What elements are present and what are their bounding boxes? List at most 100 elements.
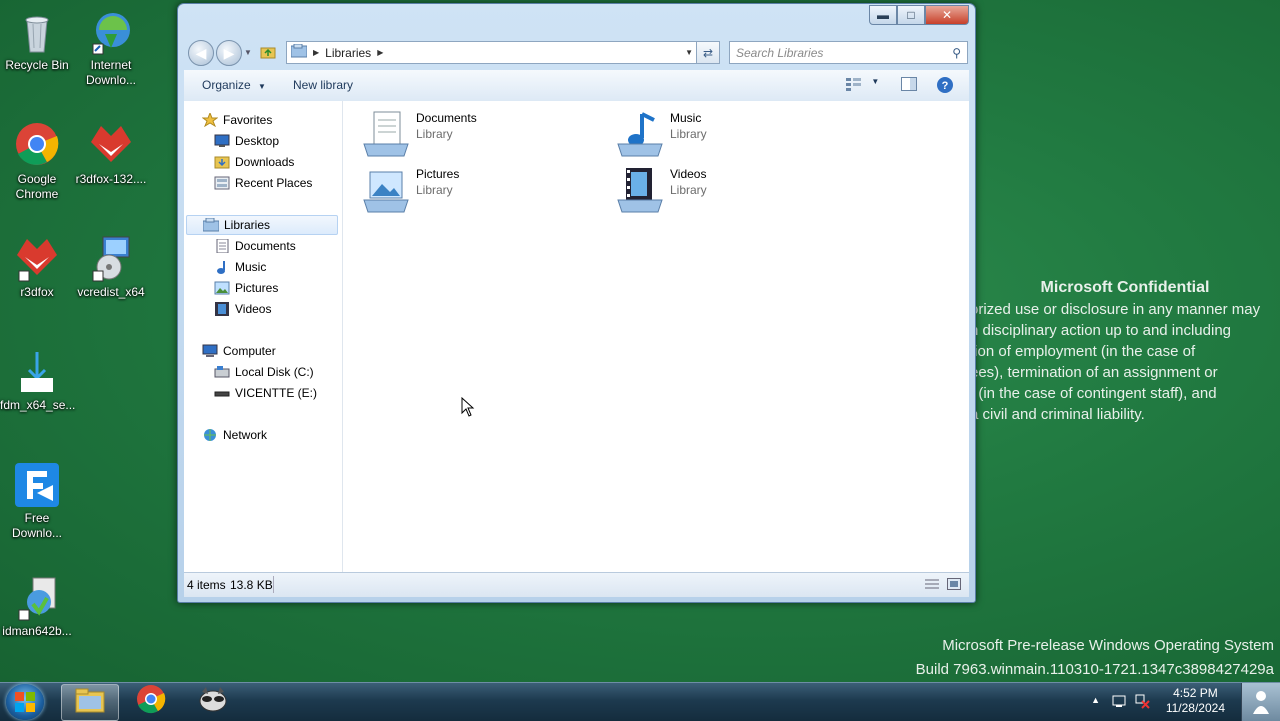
view-dropdown-icon[interactable]: ▼ <box>871 77 879 86</box>
clock-date: 11/28/2024 <box>1165 701 1225 715</box>
help-icon: ? <box>936 77 954 97</box>
details-view-icon[interactable] <box>925 578 939 593</box>
nav-computer[interactable]: Computer <box>202 341 276 361</box>
library-videos[interactable]: Videos Library <box>616 166 707 214</box>
network-disconnected-icon[interactable] <box>1134 693 1150 712</box>
organize-label: Organize <box>202 78 251 92</box>
maximize-button[interactable]: □ <box>897 5 925 25</box>
nav-network[interactable]: Network <box>202 425 267 445</box>
download-icon <box>13 348 61 396</box>
taskbar-explorer-button[interactable] <box>61 684 119 721</box>
nav-desktop[interactable]: Desktop <box>214 131 279 151</box>
search-icon[interactable]: ⚲ <box>952 46 961 60</box>
desktop-icon-label: Free Downlo... <box>11 511 63 540</box>
taskbar-raccoon-app-button[interactable] <box>185 684 241 719</box>
r3dfox-icon <box>87 122 135 170</box>
change-view-button[interactable]: ▼ <box>846 77 879 94</box>
recycle-bin-icon <box>13 8 61 56</box>
desktop-icon <box>214 134 230 148</box>
music-library-icon <box>616 110 664 158</box>
navigation-bar: ◀ ▶ ▼ ▶ Libraries ▶ ▼ ⇄ Search Libraries… <box>186 38 968 66</box>
recent-places-icon <box>214 176 230 190</box>
organize-button[interactable]: Organize ▼ <box>202 78 266 92</box>
action-center-icon[interactable] <box>1112 693 1128 712</box>
recent-pages-chevron-icon[interactable]: ▼ <box>244 48 252 57</box>
help-button[interactable]: ? <box>936 76 954 97</box>
desktop-icon-vcredist[interactable]: vcredist_x64 <box>74 235 148 300</box>
back-button[interactable]: ◀ <box>188 40 214 66</box>
close-button[interactable]: ✕ <box>925 5 969 25</box>
desktop-icon-r3dfox[interactable]: r3dfox <box>0 235 74 300</box>
forward-button[interactable]: ▶ <box>216 40 242 66</box>
nav-label: Computer <box>223 344 276 358</box>
libraries-folder-icon <box>290 43 308 61</box>
nav-removable-drive[interactable]: VICENTTE (E:) <box>214 383 317 403</box>
taskbar-chrome-button[interactable] <box>123 684 179 719</box>
up-folder-icon[interactable] <box>260 44 276 65</box>
new-library-label: New library <box>293 78 354 92</box>
forward-arrow-icon: ▶ <box>223 44 235 61</box>
nav-libraries[interactable]: Libraries <box>186 215 338 235</box>
desktop-icon-r3dfox-installer[interactable]: r3dfox-132.... <box>74 122 148 187</box>
address-bar[interactable]: ▶ Libraries ▶ ▼ <box>286 41 718 64</box>
r3dfox-icon <box>13 235 61 283</box>
navigation-pane: Favorites Desktop Downloads Recent Place… <box>184 101 343 572</box>
breadcrumb-libraries[interactable]: Libraries <box>325 46 371 60</box>
desktop-icon-recycle-bin[interactable]: Recycle Bin <box>0 8 74 73</box>
library-name: Music <box>670 111 702 125</box>
user-silhouette-icon <box>1252 690 1270 717</box>
desktop-icon-internet-download-manager[interactable]: Internet Downlo... <box>74 8 148 88</box>
clock[interactable]: 4:52 PM 11/28/2024 <box>1166 686 1225 716</box>
raccoon-icon <box>198 686 228 717</box>
library-documents[interactable]: Documents Library <box>362 110 477 158</box>
windows-logo-icon <box>15 692 35 717</box>
back-arrow-icon: ◀ <box>195 44 207 61</box>
caption-buttons: ▬ □ ✕ <box>869 5 969 25</box>
view-options-icon <box>846 78 865 94</box>
nav-label: VICENTTE (E:) <box>235 386 318 400</box>
desktop-icon-free-download-manager[interactable]: Free Downlo... <box>0 461 74 541</box>
breadcrumb-arrow-icon[interactable]: ▶ <box>313 48 319 57</box>
nav-music[interactable]: Music <box>214 257 266 277</box>
start-button[interactable] <box>6 684 44 720</box>
search-box[interactable]: Search Libraries ⚲ <box>729 41 968 64</box>
nav-videos[interactable]: Videos <box>214 299 271 319</box>
internet-download-manager-icon <box>87 8 135 56</box>
nav-label: Network <box>223 428 268 442</box>
chrome-icon <box>136 684 166 719</box>
show-hidden-icons-chevron-icon[interactable]: ▲ <box>1091 695 1100 705</box>
library-name: Documents <box>416 111 477 125</box>
refresh-button[interactable]: ⇄ <box>696 41 720 64</box>
desktop: Recycle Bin Internet Downlo... Google Ch… <box>0 0 1280 682</box>
watermark-line: orized use or disclosure in any manner m… <box>970 301 1261 318</box>
status-divider <box>273 576 274 593</box>
nav-local-disk[interactable]: Local Disk (C:) <box>214 362 314 382</box>
nav-label: Downloads <box>235 155 295 169</box>
desktop-icon-fdm-setup[interactable]: fdm_x64_se... <box>0 348 75 413</box>
address-dropdown-icon[interactable]: ▼ <box>685 48 693 57</box>
new-library-button[interactable]: New library <box>293 78 353 92</box>
show-desktop-button[interactable] <box>1241 683 1280 721</box>
search-placeholder: Search Libraries <box>736 45 824 60</box>
nav-favorites[interactable]: Favorites <box>201 110 272 130</box>
desktop-icon-idman-installer[interactable]: idman642b... <box>0 574 74 639</box>
watermark-line: tion of employment (in the case of <box>970 343 1196 360</box>
desktop-icon-label: idman642b... <box>2 624 72 638</box>
taskbar: ▲ 4:52 PM 11/28/2024 <box>0 682 1280 721</box>
desktop-icon-label: Google Chrome <box>15 172 59 201</box>
watermark-line: a civil and criminal liability. <box>970 406 1145 423</box>
library-type: Library <box>416 127 453 141</box>
nav-downloads[interactable]: Downloads <box>214 152 294 172</box>
breadcrumb-arrow-icon[interactable]: ▶ <box>377 48 383 57</box>
library-pictures[interactable]: Pictures Library <box>362 166 459 214</box>
nav-pictures[interactable]: Pictures <box>214 278 278 298</box>
library-name: Videos <box>670 167 707 181</box>
minimize-button[interactable]: ▬ <box>869 5 897 25</box>
preview-pane-button[interactable] <box>901 77 917 94</box>
nav-recent-places[interactable]: Recent Places <box>214 173 312 193</box>
desktop-icon-google-chrome[interactable]: Google Chrome <box>0 122 74 202</box>
nav-documents[interactable]: Documents <box>214 236 296 256</box>
build-watermark: Microsoft Pre-release Windows Operating … <box>916 634 1274 682</box>
library-music[interactable]: Music Library <box>616 110 707 158</box>
large-icons-view-icon[interactable] <box>947 578 961 593</box>
